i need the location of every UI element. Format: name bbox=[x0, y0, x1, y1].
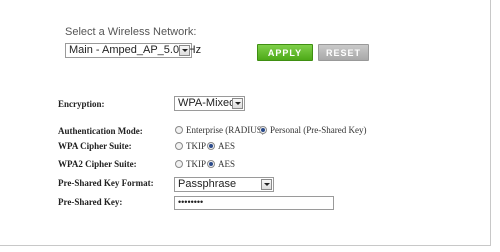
psk-format-label: Pre-Shared Key Format: bbox=[58, 178, 154, 188]
encryption-label: Encryption: bbox=[58, 99, 105, 109]
auth-personal-option[interactable]: Personal (Pre-Shared Key) bbox=[259, 125, 366, 135]
wpa2-aes-label: AES bbox=[218, 159, 236, 169]
reset-button[interactable]: RESET bbox=[318, 44, 369, 61]
wpa-tkip-option[interactable]: TKIP bbox=[175, 141, 206, 151]
auth-personal-label: Personal (Pre-Shared Key) bbox=[270, 125, 367, 135]
auth-enterprise-radio[interactable] bbox=[175, 126, 183, 134]
wpa-tkip-label: TKIP bbox=[186, 141, 206, 151]
wpa-aes-label: AES bbox=[218, 141, 236, 151]
encryption-value: WPA-Mixed bbox=[178, 97, 236, 109]
auth-mode-label: Authentication Mode: bbox=[58, 126, 143, 136]
psk-format-select[interactable]: Passphrase bbox=[174, 177, 274, 192]
wireless-network-select[interactable]: Main - Amped_AP_5.0GHz bbox=[65, 43, 201, 58]
wpa-tkip-radio[interactable] bbox=[175, 142, 183, 150]
psk-format-value: Passphrase bbox=[178, 178, 237, 190]
wpa2-aes-option[interactable]: AES bbox=[207, 159, 235, 169]
wpa-aes-option[interactable]: AES bbox=[207, 141, 235, 151]
chevron-down-icon[interactable] bbox=[232, 98, 243, 109]
chevron-down-icon[interactable] bbox=[261, 179, 272, 190]
wpa-cipher-label: WPA Cipher Suite: bbox=[58, 141, 132, 151]
wpa2-cipher-label: WPA2 Cipher Suite: bbox=[58, 159, 137, 169]
psk-input[interactable]: •••••••• bbox=[174, 196, 334, 210]
wpa-aes-radio[interactable] bbox=[207, 142, 215, 150]
wpa2-tkip-option[interactable]: TKIP bbox=[175, 159, 206, 169]
encryption-select[interactable]: WPA-Mixed bbox=[174, 96, 245, 111]
wpa2-aes-radio[interactable] bbox=[207, 160, 215, 168]
wpa2-tkip-radio[interactable] bbox=[175, 160, 183, 168]
auth-personal-radio[interactable] bbox=[259, 126, 267, 134]
auth-enterprise-label: Enterprise (RADIUS) bbox=[186, 125, 265, 135]
chevron-down-icon[interactable] bbox=[179, 45, 190, 56]
wpa2-tkip-label: TKIP bbox=[186, 159, 206, 169]
wireless-network-label: Select a Wireless Network: bbox=[65, 26, 197, 38]
psk-label: Pre-Shared Key: bbox=[58, 197, 123, 207]
apply-button[interactable]: APPLY bbox=[257, 44, 313, 61]
auth-enterprise-option[interactable]: Enterprise (RADIUS) bbox=[175, 125, 265, 135]
